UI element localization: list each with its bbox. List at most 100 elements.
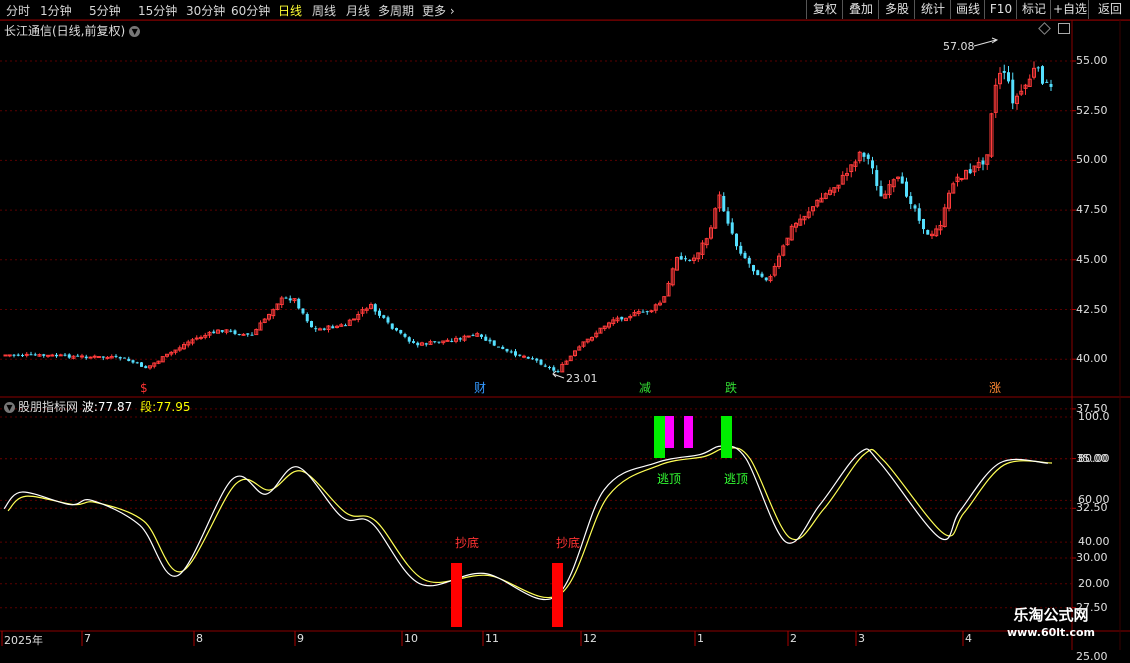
indicator-title[interactable]: ▼ 股朋指标网 波:77.87 段:77.95 <box>4 398 190 415</box>
seg-label: 段: <box>140 400 157 414</box>
candle <box>1041 65 1044 86</box>
candle <box>1023 83 1028 95</box>
candle <box>462 334 467 342</box>
candle <box>160 356 165 363</box>
candle <box>590 336 594 342</box>
candle <box>539 358 543 366</box>
candle <box>806 207 811 220</box>
candle <box>399 329 403 335</box>
candle <box>450 338 454 343</box>
candle <box>140 361 143 367</box>
candle <box>475 331 480 338</box>
candle <box>250 332 254 336</box>
candle <box>484 334 488 341</box>
candle <box>326 324 331 333</box>
candle <box>322 327 326 331</box>
candle <box>968 163 972 175</box>
candle <box>182 342 186 350</box>
indicator-lines <box>3 445 1053 601</box>
candle <box>382 314 386 319</box>
candle <box>1007 65 1010 84</box>
watermark-url: www.60lt.com <box>1006 626 1096 639</box>
candle <box>543 363 547 368</box>
candle <box>1027 74 1032 88</box>
signal-bar <box>654 416 665 458</box>
event-marker: 涨 <box>989 380 1001 395</box>
candle <box>437 341 441 344</box>
event-marker: 跌 <box>725 380 737 395</box>
indicator-tick-label: 60.00 <box>1078 493 1110 507</box>
candle <box>883 190 888 199</box>
candle <box>959 178 964 182</box>
candle <box>284 296 288 299</box>
candle <box>684 255 687 262</box>
signal-bar <box>721 416 732 458</box>
candle <box>560 362 565 373</box>
candle <box>335 324 339 329</box>
candle <box>131 359 135 364</box>
candle <box>871 156 874 175</box>
candle <box>514 349 517 358</box>
candle <box>926 229 930 235</box>
candle <box>624 317 628 322</box>
time-tick-label: 11 <box>485 632 499 645</box>
price-tick-label: 50.00 <box>1076 153 1108 167</box>
candle <box>156 360 161 365</box>
price-tick-label: 47.50 <box>1076 203 1108 217</box>
candle <box>246 333 250 337</box>
candle <box>454 335 458 344</box>
candle <box>747 255 751 268</box>
time-tick-label: 2025年 <box>4 634 43 647</box>
candle <box>254 328 259 336</box>
candle <box>1036 66 1040 72</box>
candle <box>518 354 522 357</box>
candle <box>1049 79 1053 91</box>
candle <box>288 295 292 303</box>
candle <box>781 244 786 257</box>
candle <box>480 333 483 339</box>
candle <box>717 191 722 212</box>
candle <box>364 306 369 314</box>
candle <box>934 225 939 237</box>
candle <box>548 365 551 370</box>
candle <box>220 329 224 334</box>
candle <box>501 345 505 350</box>
chevron-down-icon: ▼ <box>4 402 15 413</box>
wave-label: 波: <box>81 400 98 414</box>
candle <box>1015 93 1019 110</box>
indicator-tick-label: 100.0 <box>1078 410 1110 423</box>
candle <box>645 310 649 315</box>
candle <box>823 192 828 200</box>
candle <box>229 328 233 333</box>
candle <box>63 353 67 357</box>
candle <box>602 325 607 332</box>
candle <box>420 341 424 346</box>
candle <box>896 176 900 182</box>
candle <box>955 173 960 187</box>
candle <box>679 252 683 260</box>
candle <box>922 218 925 234</box>
candle <box>177 345 182 352</box>
candle <box>976 157 981 171</box>
candle <box>331 324 335 329</box>
candle <box>658 300 662 307</box>
candle <box>607 321 611 330</box>
seg-value: 77.95 <box>156 400 191 414</box>
price-tick-label: 55.00 <box>1076 54 1108 67</box>
candle <box>594 330 599 339</box>
kline-chart[interactable]: 57.08 23.01 $ 财 减 跌 涨抄底 抄底 逃顶 逃顶 <box>0 0 1130 650</box>
candle <box>492 340 496 347</box>
candle <box>709 224 713 240</box>
indicator-tick-label: 20.00 <box>1078 576 1110 590</box>
annotation-layer: 57.08 23.01 $ 财 减 跌 涨抄底 抄底 逃顶 逃顶 <box>140 37 1001 550</box>
candle <box>199 335 203 341</box>
candle <box>938 220 943 235</box>
candle <box>993 78 998 119</box>
candle <box>267 313 271 322</box>
candle <box>556 369 560 373</box>
candle <box>301 308 305 315</box>
candle <box>97 356 101 359</box>
candle <box>505 348 509 353</box>
candle <box>628 314 633 321</box>
candle <box>985 154 990 170</box>
